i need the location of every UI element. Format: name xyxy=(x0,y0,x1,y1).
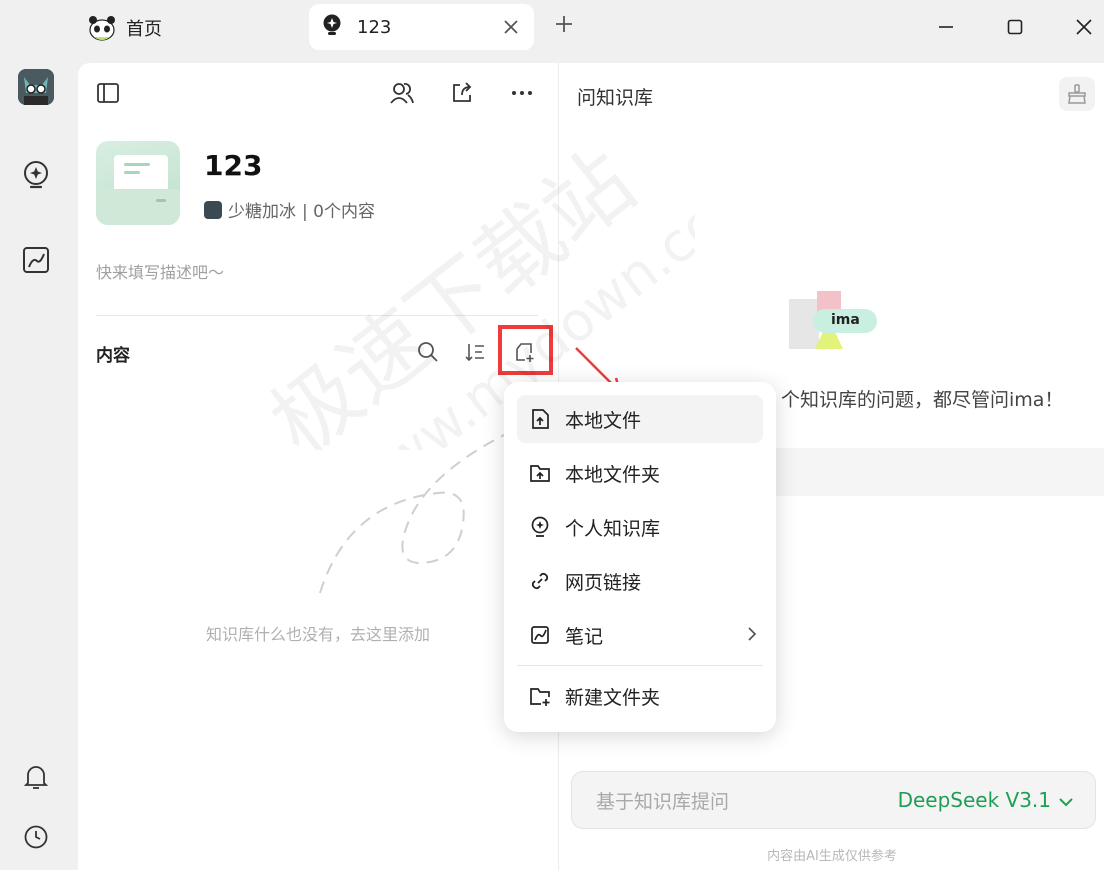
owner-name: 少糖加冰 xyxy=(228,202,296,222)
content-count: | 0个内容 xyxy=(302,202,375,222)
title-bar: 首页 123 xyxy=(0,0,1104,56)
menu-item-note[interactable]: 笔记 xyxy=(517,611,763,659)
menu-item-label: 新建文件夹 xyxy=(565,686,661,709)
empty-state-text: 知识库什么也没有，去这里添加 xyxy=(205,625,430,644)
chevron-right-icon xyxy=(747,625,757,647)
folder-upload-icon xyxy=(529,462,551,484)
user-avatar[interactable] xyxy=(18,69,54,105)
knowledge-base-panel: 123 少糖加冰 | 0个内容 快来填写描述吧～ 内容 知识库什么也没有，去这里… xyxy=(78,63,558,870)
share-icon[interactable] xyxy=(448,79,476,107)
knowledge-base-nav-icon[interactable] xyxy=(20,160,52,192)
more-options-icon[interactable] xyxy=(508,79,536,107)
notes-nav-icon[interactable] xyxy=(20,244,52,276)
ima-logo-text: ima xyxy=(831,312,860,328)
link-icon xyxy=(529,570,551,592)
file-upload-icon xyxy=(529,408,551,430)
menu-item-personal-kb[interactable]: 个人知识库 xyxy=(517,503,763,551)
model-selector[interactable]: DeepSeek V3.1 xyxy=(898,788,1073,812)
ima-logo-illustration: ima xyxy=(789,291,879,353)
bulb-icon xyxy=(529,516,551,538)
maximize-button[interactable] xyxy=(1004,16,1026,38)
sort-icon[interactable] xyxy=(461,338,489,366)
close-window-button[interactable] xyxy=(1073,16,1095,38)
ai-disclaimer: 内容由AI生成仅供参考 xyxy=(767,849,897,864)
add-tab-button[interactable] xyxy=(552,14,576,38)
menu-item-label: 本地文件 xyxy=(565,409,642,432)
menu-item-label: 个人知识库 xyxy=(565,517,661,540)
note-icon xyxy=(529,624,551,646)
ask-input-placeholder: 基于知识库提问 xyxy=(596,790,730,813)
menu-item-label: 本地文件夹 xyxy=(565,463,661,486)
bulb-icon xyxy=(321,13,343,41)
minimize-button[interactable] xyxy=(935,16,957,38)
greeting-text: 个知识库的问题，都尽管问ima！ xyxy=(781,389,1064,411)
menu-item-label: 笔记 xyxy=(565,625,604,648)
description-placeholder[interactable]: 快来填写描述吧～ xyxy=(96,259,224,283)
add-content-menu: 本地文件 本地文件夹 个人知识库 网页链接 笔记 新建文件夹 xyxy=(504,382,776,732)
tab-knowledge-base[interactable]: 123 xyxy=(309,4,534,50)
folder-add-icon xyxy=(529,685,551,707)
content-section-title: 内容 xyxy=(96,346,130,366)
members-icon[interactable] xyxy=(388,79,416,107)
tab-active-label: 123 xyxy=(357,16,392,38)
highlight-annotation-box xyxy=(498,325,553,375)
divider xyxy=(96,315,538,316)
ask-input[interactable]: 基于知识库提问 DeepSeek V3.1 xyxy=(571,771,1096,829)
chevron-down-icon xyxy=(1059,788,1073,812)
menu-item-label: 网页链接 xyxy=(565,571,642,594)
suggestion-strip xyxy=(771,448,1104,496)
menu-item-local-folder[interactable]: 本地文件夹 xyxy=(517,449,763,497)
clear-chat-broom-icon[interactable] xyxy=(1059,77,1095,111)
notification-bell-icon[interactable] xyxy=(20,761,52,793)
sidebar-toggle-icon[interactable] xyxy=(94,79,122,107)
knowledge-base-title: 123 xyxy=(204,149,263,182)
knowledge-base-cover[interactable] xyxy=(96,141,180,225)
tab-home-label: 首页 xyxy=(126,19,162,40)
menu-item-web-link[interactable]: 网页链接 xyxy=(517,557,763,605)
menu-divider xyxy=(517,665,763,666)
panda-logo-icon xyxy=(88,15,116,41)
search-icon[interactable] xyxy=(414,338,442,366)
panel-title: 问知识库 xyxy=(577,87,654,109)
owner-avatar xyxy=(204,200,222,219)
knowledge-base-meta: 少糖加冰 | 0个内容 xyxy=(204,197,375,222)
menu-item-new-folder[interactable]: 新建文件夹 xyxy=(517,672,763,720)
close-tab-icon[interactable] xyxy=(500,16,522,38)
tab-home[interactable]: 首页 xyxy=(88,12,162,44)
model-name: DeepSeek V3.1 xyxy=(897,788,1051,812)
history-clock-icon[interactable] xyxy=(20,821,52,853)
menu-item-local-file[interactable]: 本地文件 xyxy=(517,395,763,443)
